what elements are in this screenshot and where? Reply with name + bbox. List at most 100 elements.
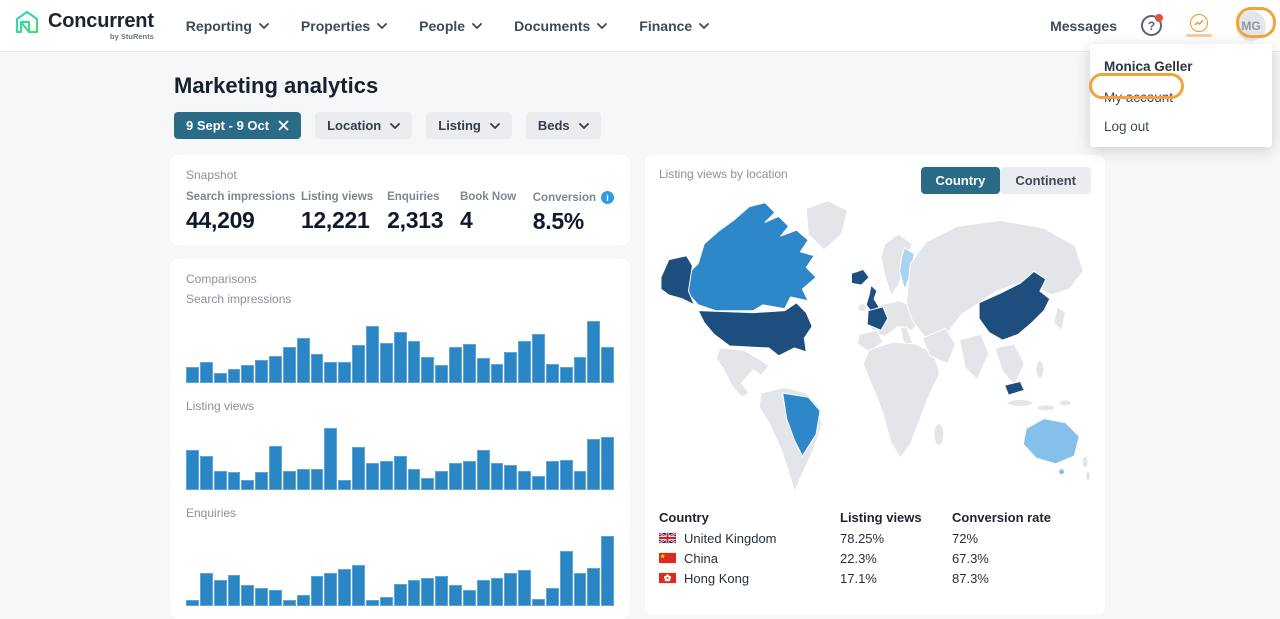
nav-item-documents[interactable]: Documents xyxy=(514,18,607,34)
bar xyxy=(241,365,254,383)
avatar[interactable]: MG xyxy=(1236,11,1266,41)
stat-value: 44,209 xyxy=(186,207,301,234)
bar xyxy=(324,362,337,383)
map-region-indonesia xyxy=(1008,400,1034,407)
menu-item-log-out[interactable]: Log out xyxy=(1090,112,1272,141)
search-impressions-bar-chart xyxy=(186,318,614,383)
bar xyxy=(338,569,351,606)
chevron-down-icon xyxy=(390,123,400,129)
stat-value: 8.5% xyxy=(533,208,614,235)
bar xyxy=(366,600,379,606)
comparisons-card: Comparisons Search impressions Listing v… xyxy=(170,259,630,619)
nav-item-people[interactable]: People xyxy=(419,18,482,34)
bar xyxy=(421,357,434,383)
bar xyxy=(532,476,545,490)
nav-item-finance[interactable]: Finance xyxy=(639,18,709,34)
menu-item-my-account[interactable]: My account xyxy=(1090,83,1272,112)
bar xyxy=(504,573,517,606)
bar xyxy=(338,480,351,490)
filter-label: Listing xyxy=(438,118,481,133)
bar xyxy=(560,551,573,607)
bar xyxy=(449,585,462,606)
bar xyxy=(255,360,268,383)
nav-item-label: Finance xyxy=(639,18,692,34)
map-region-australia xyxy=(1023,419,1079,464)
toggle-continent-button[interactable]: Continent xyxy=(1000,167,1091,194)
bar xyxy=(574,357,587,383)
bar xyxy=(366,326,379,383)
bar xyxy=(560,367,573,383)
location-filter[interactable]: Location xyxy=(315,112,412,139)
messages-link[interactable]: Messages xyxy=(1050,18,1117,34)
bar xyxy=(186,600,199,606)
bar xyxy=(324,428,337,490)
bar xyxy=(491,364,504,384)
bar xyxy=(186,367,199,383)
map-region-tasmania xyxy=(1059,469,1065,475)
bar xyxy=(186,450,199,490)
bar xyxy=(311,576,324,606)
bar xyxy=(311,354,324,383)
bar xyxy=(228,575,241,606)
stat-conversion: Conversioni 8.5% xyxy=(533,191,614,235)
bar xyxy=(546,461,559,490)
bar xyxy=(297,338,310,384)
bar xyxy=(241,585,254,606)
filter-label: Beds xyxy=(538,118,570,133)
stat-value: 4 xyxy=(460,207,533,234)
stat-listing-views: Listing views 12,221 xyxy=(301,191,387,235)
chevron-down-icon xyxy=(579,123,589,129)
map-region-africa xyxy=(863,342,940,458)
table-header-row: Country Listing views Conversion rate xyxy=(659,506,1091,528)
bar xyxy=(504,465,517,490)
stat-book-now: Book Now 4 xyxy=(460,191,533,235)
bar xyxy=(394,332,407,383)
bar xyxy=(449,347,462,383)
country-name: United Kingdom xyxy=(684,531,777,546)
info-icon[interactable]: i xyxy=(601,191,614,204)
snapshot-stats: Search impressions 44,209 Listing views … xyxy=(186,191,614,235)
close-icon[interactable] xyxy=(278,120,289,131)
nav-item-properties[interactable]: Properties xyxy=(301,18,387,34)
bar xyxy=(421,478,434,490)
bar xyxy=(435,576,448,606)
toggle-country-button[interactable]: Country xyxy=(921,167,1001,194)
listing-views-value: 78.25% xyxy=(840,531,952,546)
bar xyxy=(297,595,310,606)
bar xyxy=(518,341,531,383)
bar xyxy=(269,446,282,490)
updates-icon[interactable] xyxy=(1186,14,1212,37)
table-row: China 22.3% 67.3% xyxy=(659,548,1091,568)
chart-title-listing-views: Listing views xyxy=(186,399,614,413)
world-choropleth-map[interactable] xyxy=(659,200,1091,496)
bar xyxy=(324,573,337,606)
conversion-rate-value: 87.3% xyxy=(952,571,1091,586)
concurrent-logo-icon xyxy=(14,10,40,36)
bar xyxy=(491,463,504,490)
china-flag-icon xyxy=(659,552,676,564)
map-region-alaska xyxy=(661,256,694,305)
brand-logo[interactable]: Concurrent by StuRents xyxy=(14,10,154,41)
bar xyxy=(394,584,407,606)
country-name: Hong Kong xyxy=(684,571,749,586)
enquiries-bar-chart xyxy=(186,532,614,606)
date-range-chip[interactable]: 9 Sept - 9 Oct xyxy=(174,112,301,139)
bar xyxy=(504,352,517,383)
page-title: Marketing analytics xyxy=(174,73,378,99)
stat-label: Book Now xyxy=(460,191,533,203)
map-region-india xyxy=(959,334,988,379)
map-card: Listing views by location Country Contin… xyxy=(645,155,1105,615)
bar xyxy=(435,471,448,491)
bar xyxy=(463,461,476,490)
listing-filter[interactable]: Listing xyxy=(426,112,512,139)
brand-byline: by StuRents xyxy=(110,32,154,41)
bar xyxy=(518,471,531,491)
nav-item-label: Reporting xyxy=(186,18,252,34)
top-bar: Concurrent by StuRents Reporting Propert… xyxy=(0,0,1280,52)
nav-item-reporting[interactable]: Reporting xyxy=(186,18,269,34)
help-icon[interactable]: ? xyxy=(1141,15,1162,36)
main-nav: Reporting Properties People Documents Fi… xyxy=(186,18,709,34)
beds-filter[interactable]: Beds xyxy=(526,112,601,139)
map-region-new-zealand xyxy=(1086,471,1091,481)
country-name: China xyxy=(684,551,718,566)
